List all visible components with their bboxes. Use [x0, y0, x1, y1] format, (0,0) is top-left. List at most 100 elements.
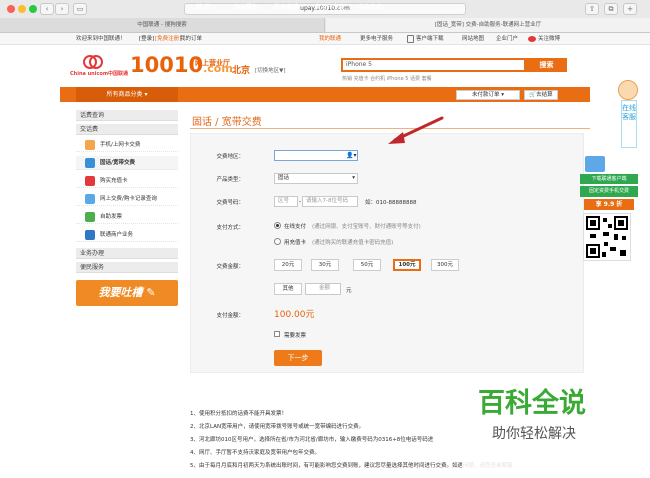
card-pay-radio[interactable] [274, 238, 281, 245]
pay-amount-label: 支付金额： [216, 313, 244, 319]
my-unicom-link[interactable]: 我的联通 [319, 33, 341, 45]
city-name: 北京 [232, 66, 251, 76]
card-pay-label[interactable]: 用充值卡 [284, 238, 306, 246]
switch-city-link[interactable]: [切换地区▼] [255, 66, 286, 74]
card-icon [85, 176, 95, 186]
tab-sogou[interactable]: 中国联通 - 搜狗搜索 [0, 18, 325, 32]
records-icon [85, 194, 95, 204]
more-services-link[interactable]: 更多电子服务 [360, 33, 393, 45]
user-select-icon[interactable]: 👤▾ [346, 152, 356, 159]
online-service-button[interactable]: 在线客服 [621, 100, 637, 148]
sidebar-section-bill-query[interactable]: 话费查询 [76, 110, 178, 121]
nav-sme[interactable]: 中小企业 [358, 0, 382, 15]
new-tab-button[interactable]: + [623, 3, 637, 15]
nav-points-mall[interactable]: 积分商城 [274, 0, 298, 15]
card-pay-desc: (通过购买的联通充值卡密码充值) [312, 240, 394, 246]
register-link[interactable]: [免费注册] [155, 33, 181, 45]
unpaid-orders-button[interactable]: 未付款订单 ▾ [456, 90, 520, 100]
broadband-icon [85, 158, 95, 168]
payment-form-panel [190, 133, 584, 373]
amount-unit: 元 [346, 288, 352, 294]
sidebar-section-business[interactable]: 业务办理 [76, 248, 178, 259]
page-title: 固话 / 宽带交费 [192, 117, 262, 128]
search-button[interactable]: 搜索 [526, 58, 567, 72]
download-client-banner[interactable]: 下载联通客户端 [580, 174, 638, 184]
other-amount-button[interactable]: 其他 [274, 283, 302, 295]
fixed-traffic-banner[interactable]: 固定资费手机交费 [580, 186, 638, 197]
logo-text: China unicom中国联通 [70, 71, 129, 77]
mobile-icon [85, 140, 95, 150]
nav-home[interactable]: 首 页 [196, 0, 210, 15]
number-example: 如：010-88888888 [365, 200, 417, 206]
amount-100-button[interactable]: 100元 [393, 259, 421, 271]
service-avatar [618, 80, 638, 100]
hot-search-words[interactable]: 热销 充值卡 合约机 iPhone 5 话费 套餐 [342, 75, 432, 82]
product-type-select[interactable]: 固话 ▾ [274, 173, 358, 184]
weibo-link[interactable]: 关注微博 [538, 33, 560, 45]
phone-icon [407, 35, 414, 43]
note-1: 1、使用积分抵扣的话费不能开具发票！ [190, 411, 288, 417]
nav-self-service[interactable]: 自助服务 [234, 0, 258, 15]
amount-300-button[interactable]: 300元 [431, 259, 459, 271]
amount-50-button[interactable]: 50元 [353, 259, 381, 271]
share-icon[interactable]: ⇧ [585, 3, 599, 15]
watermark-subtitle: 助你轻松解决 [492, 426, 576, 442]
area-code-input[interactable]: 区号 [274, 196, 298, 207]
cart-button[interactable]: 🛒去结算 [524, 90, 558, 100]
product-type-label: 产品类型： [216, 177, 244, 183]
enterprise-link[interactable]: 企业门户 [496, 33, 518, 45]
note-4: 4、网厅、手厅暂不支持沃家庭及宽带用户包年交费。 [190, 450, 321, 456]
welcome-text: 欢迎来到中国联通！ [76, 36, 126, 42]
chevron-down-icon: ▾ [144, 91, 148, 98]
login-link[interactable]: [登录] [139, 33, 154, 45]
online-pay-label[interactable]: 在线支付 [284, 222, 306, 230]
number-dash: - [299, 198, 302, 205]
forward-button[interactable]: › [55, 3, 69, 15]
online-pay-desc: (通过网银、支付宝账号、财付通账号等支付) [312, 224, 421, 230]
qr-code [583, 213, 631, 261]
site-map-link[interactable]: 网站地图 [462, 33, 484, 45]
complaint-banner[interactable]: 我要吐槽 ✎ [76, 280, 178, 306]
note-2: 2、北京LAN宽带用户，请使用宽带拨号账号或统一宽带编码进行交费。 [190, 424, 365, 430]
note-3: 3、河北廊坊010区号用户，选择所在省/市为河北省/廊坊市，输入缴费号码为031… [190, 437, 434, 443]
number-label: 交费号码： [216, 200, 244, 206]
invoice-checkbox[interactable] [274, 331, 280, 337]
watermark-title: 百科全说 [478, 388, 586, 419]
minimize-window-icon[interactable] [18, 5, 26, 13]
invoice-label[interactable]: 需要发票 [284, 331, 306, 339]
all-categories-menu[interactable]: 所有商品分类 ▾ [76, 87, 178, 102]
chevron-down-icon: ▾ [352, 175, 355, 181]
merchant-icon [85, 230, 95, 240]
search-box[interactable]: iPhone 5 [341, 58, 526, 72]
sidebar-section-pay[interactable]: 交话费 [76, 124, 178, 135]
brand-subtitle: 网上营业厅 [195, 59, 230, 67]
client-download-link[interactable]: 客户端下载 [416, 33, 444, 45]
weibo-icon [528, 36, 536, 42]
nav-old-users[interactable]: 老用户专区 [315, 0, 345, 15]
zoom-window-icon[interactable] [29, 5, 37, 13]
discount-banner[interactable]: 享 9.9 折 [584, 199, 634, 210]
payment-method-label: 支付方式： [216, 225, 244, 231]
edit-icon: ✎ [146, 286, 156, 299]
close-window-icon[interactable] [7, 5, 15, 13]
my-orders-link[interactable]: 我的订单 [180, 33, 202, 45]
tabs-overview-icon[interactable]: ⧉ [604, 3, 618, 15]
amount-20-button[interactable]: 20元 [274, 259, 302, 271]
area-label: 交费地区： [216, 154, 244, 160]
pay-amount-value: 100.00元 [274, 310, 315, 320]
sidebar-toggle-icon[interactable]: ▭ [73, 3, 87, 15]
tab-unicom[interactable]: [固话_宽带] 交费-自助服务-联通网上营业厅 [326, 18, 650, 32]
phone-ad-icon [585, 156, 605, 172]
custom-amount-input[interactable]: 金额 [305, 283, 341, 295]
search-input[interactable]: iPhone 5 [346, 61, 372, 68]
next-step-button[interactable]: 下一步 [274, 350, 322, 366]
red-arrow-icon [388, 116, 444, 144]
site-topbar: 欢迎来到中国联通！ [登录] [免费注册] 我的订单 我的联通 更多电子服务 客… [0, 33, 650, 45]
qr-code-icon [586, 216, 628, 258]
online-pay-radio[interactable] [274, 222, 281, 229]
amount-30-button[interactable]: 30元 [311, 259, 339, 271]
sidebar-section-convenience[interactable]: 便民服务 [76, 262, 178, 273]
back-button[interactable]: ‹ [40, 3, 54, 15]
phone-number-input[interactable]: 请输入7-8位号码 [302, 196, 358, 207]
amount-label: 交费金额： [216, 264, 244, 270]
